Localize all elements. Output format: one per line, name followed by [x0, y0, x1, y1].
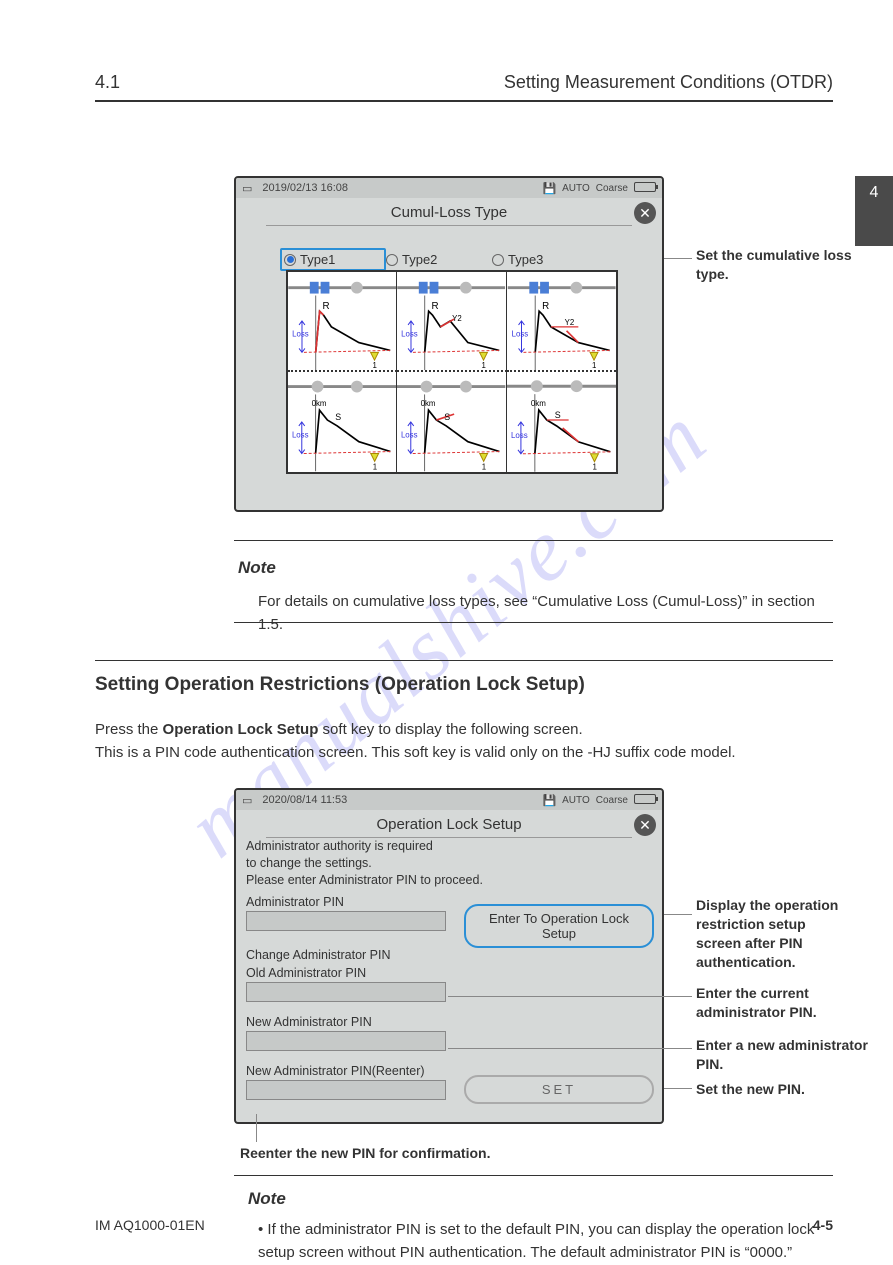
operation-lock-panel: ▭ 2020/08/14 11:53 💾 AUTO Coarse ✕ Operat… — [234, 788, 664, 1124]
radio-type2[interactable]: Type2 — [386, 248, 492, 271]
annot-enter: Display the operation restriction setup … — [696, 896, 876, 972]
thumb-type1-top: R Loss 1 — [288, 272, 397, 372]
svg-text:R: R — [432, 301, 439, 312]
svg-text:0km: 0km — [531, 399, 546, 408]
panel2-title: Operation Lock Setup — [266, 816, 632, 838]
svg-text:0km: 0km — [421, 399, 436, 408]
new-pin-reenter-input[interactable] — [246, 1080, 446, 1100]
new-pin-input[interactable] — [246, 1031, 446, 1051]
radio-type1[interactable]: Type1 — [280, 248, 386, 271]
svg-text:Loss: Loss — [511, 431, 528, 440]
svg-text:1: 1 — [373, 462, 377, 471]
svg-text:Loss: Loss — [511, 330, 528, 339]
svg-text:Y2: Y2 — [564, 318, 574, 327]
panel1-annotation: Set the cumulative loss type. — [696, 246, 866, 284]
panel1-title: Cumul-Loss Type — [266, 204, 632, 226]
thumb-type3-top: R Y2 Loss 1 — [507, 272, 616, 372]
side-tab-number: 4 — [855, 176, 893, 202]
svg-text:1: 1 — [592, 463, 597, 472]
status-scale-2: Coarse — [596, 795, 628, 806]
mid-heading: Setting Operation Restrictions (Operatio… — [95, 670, 833, 699]
old-pin-label: Old Administrator PIN — [246, 966, 652, 980]
close-icon[interactable]: ✕ — [634, 814, 656, 836]
status-save-mode: AUTO — [562, 183, 590, 194]
auth-message: Administrator authority is required to c… — [246, 838, 652, 889]
status-save-mode-2: AUTO — [562, 795, 590, 806]
enter-operation-lock-button[interactable]: Enter To Operation Lock Setup — [464, 904, 654, 948]
svg-text:1: 1 — [482, 361, 486, 370]
type-thumbnails: R Loss 1 R — [286, 270, 618, 474]
side-tab: 4 — [855, 176, 893, 246]
save-icon: 💾 — [542, 182, 556, 195]
battery-icon — [634, 794, 656, 807]
note-text: For details on cumulative loss types, se… — [258, 590, 833, 637]
file-icon: ▭ — [242, 182, 252, 195]
battery-icon — [634, 182, 656, 195]
cumul-loss-panel: ▭ 2019/02/13 16:08 💾 AUTO Coarse ✕ Cumul-… — [234, 176, 664, 512]
status-bar: ▭ 2019/02/13 16:08 💾 AUTO Coarse — [236, 178, 662, 198]
svg-text:0km: 0km — [312, 399, 327, 408]
svg-text:Loss: Loss — [402, 330, 419, 339]
svg-text:Y2: Y2 — [452, 314, 462, 323]
thumb-type3-bot: 0km S Loss 1 — [507, 372, 616, 472]
svg-text:Loss: Loss — [292, 330, 309, 339]
annot-reenter: Reenter the new PIN for confirmation. — [240, 1144, 560, 1163]
admin-pin-input[interactable] — [246, 911, 446, 931]
old-pin-input[interactable] — [246, 982, 446, 1002]
svg-text:R: R — [542, 301, 549, 312]
svg-text:R: R — [323, 301, 330, 312]
svg-text:Loss: Loss — [401, 431, 418, 440]
file-icon: ▭ — [242, 794, 252, 807]
section-title: Setting Measurement Conditions (OTDR) — [504, 72, 833, 93]
set-pin-button[interactable]: SET — [464, 1075, 654, 1104]
svg-text:S: S — [554, 410, 560, 420]
thumb-type1-bot: 0km S Loss 1 — [288, 372, 397, 472]
annot-old-pin: Enter the current administrator PIN. — [696, 984, 876, 1022]
page-number: 4-5 — [813, 1217, 833, 1233]
type-radio-group: Type1 Type2 Type3 — [286, 248, 622, 271]
radio-type3[interactable]: Type3 — [492, 248, 598, 271]
mid-body: Press the Operation Lock Setup soft key … — [95, 718, 833, 765]
save-icon: 💾 — [542, 794, 556, 807]
svg-text:1: 1 — [592, 361, 596, 370]
svg-text:S: S — [445, 412, 451, 422]
svg-text:1: 1 — [373, 361, 377, 370]
thumb-type2-top: R Y2 Loss 1 — [397, 272, 506, 372]
svg-text:S: S — [335, 412, 341, 422]
close-icon[interactable]: ✕ — [634, 202, 656, 224]
section-number: 4.1 — [95, 72, 120, 93]
manual-id: IM AQ1000-01EN — [95, 1217, 205, 1233]
note-label-2: Note — [248, 1186, 833, 1212]
change-pin-section: Change Administrator PIN — [246, 948, 652, 962]
annot-new-pin: Enter a new administrator PIN. — [696, 1036, 876, 1074]
svg-text:Loss: Loss — [292, 431, 309, 440]
annot-set: Set the new PIN. — [696, 1080, 856, 1099]
status-datetime: 2019/02/13 16:08 — [262, 182, 348, 194]
status-scale: Coarse — [596, 183, 628, 194]
status-bar-2: ▭ 2020/08/14 11:53 💾 AUTO Coarse — [236, 790, 662, 810]
new-pin-label: New Administrator PIN — [246, 1015, 652, 1029]
status-datetime-2: 2020/08/14 11:53 — [262, 794, 347, 806]
page-footer: IM AQ1000-01EN 4-5 — [95, 1217, 833, 1233]
thumb-type2-bot: 0km S Loss 1 — [397, 372, 506, 472]
note-label: Note — [238, 558, 276, 577]
svg-text:1: 1 — [482, 462, 486, 471]
